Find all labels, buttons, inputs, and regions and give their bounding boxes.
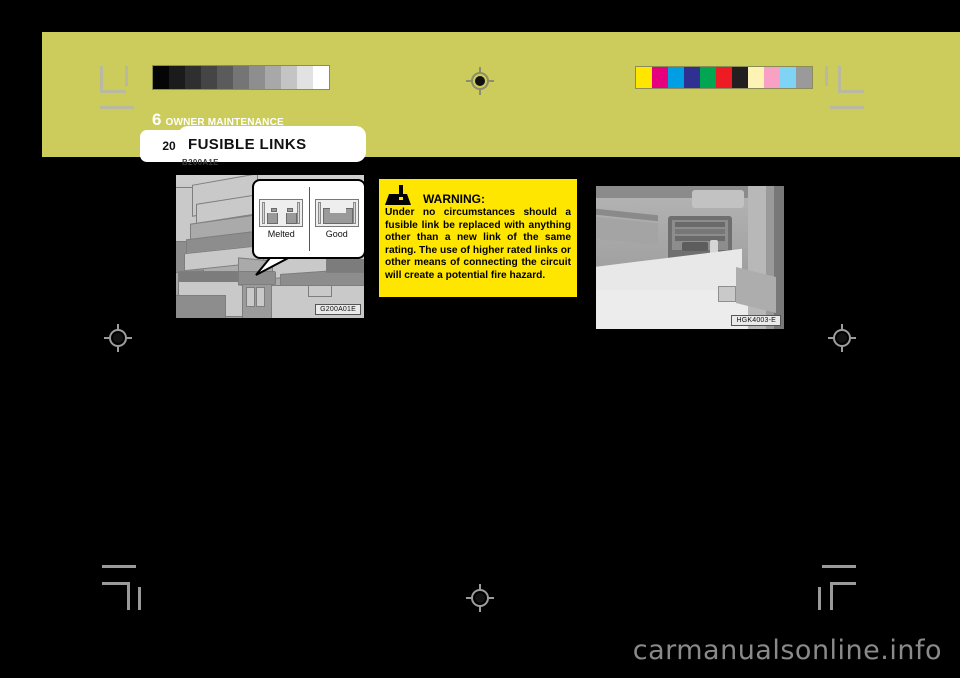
color-patch-1 — [652, 67, 668, 88]
gray-patch-4 — [217, 66, 233, 89]
fusible-link-inspection-photo: Melted Good G200A01E — [175, 174, 365, 319]
gray-patch-10 — [313, 66, 329, 89]
registration-mark-bottom-center — [466, 584, 494, 612]
gray-patch-7 — [265, 66, 281, 89]
registration-mark-left — [104, 324, 132, 352]
page-number: 20 — [162, 139, 176, 153]
site-watermark: carmanualsonline.info — [632, 635, 942, 666]
gray-patch-0 — [153, 66, 169, 89]
color-patch-10 — [796, 67, 812, 88]
gray-patch-3 — [201, 66, 217, 89]
color-patch-6 — [732, 67, 748, 88]
chapter-number: 6 — [152, 110, 162, 129]
fuse-panel-location-photo: HGK4003-E — [595, 185, 785, 330]
section-title-pill: FUSIBLE LINKS — [178, 126, 366, 162]
melted-label: Melted — [267, 229, 295, 239]
good-link-example: Good — [310, 181, 365, 257]
color-patch-8 — [764, 67, 780, 88]
color-patch-2 — [668, 67, 684, 88]
gray-patch-1 — [169, 66, 185, 89]
gray-patch-2 — [185, 66, 201, 89]
melted-fuse-icon — [259, 199, 304, 227]
figure-reference-code: B200A1E — [182, 158, 219, 167]
fusible-link-comparison-callout: Melted Good — [252, 179, 365, 259]
gray-patch-8 — [281, 66, 297, 89]
color-patch-0 — [636, 67, 652, 88]
color-patch-3 — [684, 67, 700, 88]
gray-patch-5 — [233, 66, 249, 89]
color-patch-9 — [780, 67, 796, 88]
grayscale-step-wedge — [152, 65, 330, 90]
warning-text: Under no circumstances should a fusible … — [385, 207, 571, 281]
manual-page: 6 OWNER MAINTENANCE 20 FUSIBLE LINKS B20… — [0, 0, 960, 678]
good-label: Good — [325, 229, 348, 239]
color-patch-4 — [700, 67, 716, 88]
section-title: FUSIBLE LINKS — [188, 135, 307, 153]
warning-header: WARNING: — [385, 183, 571, 205]
good-fuse-icon — [314, 199, 359, 227]
registration-mark-right — [828, 324, 856, 352]
color-patch-7 — [748, 67, 764, 88]
warning-title: WARNING: — [423, 192, 485, 206]
figure-caption-right: HGK4003-E — [731, 315, 781, 326]
crop-mark-top-left — [100, 66, 140, 110]
crop-mark-bottom-left — [102, 565, 144, 611]
color-patch-5 — [716, 67, 732, 88]
gray-patch-6 — [249, 66, 265, 89]
warning-triangle-icon — [385, 185, 419, 205]
melted-link-example: Melted — [254, 181, 309, 257]
warning-box: WARNING: Under no circumstances should a… — [378, 178, 578, 298]
crop-mark-bottom-right — [812, 565, 856, 611]
color-control-patches — [635, 66, 813, 89]
crop-mark-top-right — [820, 66, 864, 110]
gray-patch-9 — [297, 66, 313, 89]
registration-mark-top-center — [466, 67, 494, 95]
